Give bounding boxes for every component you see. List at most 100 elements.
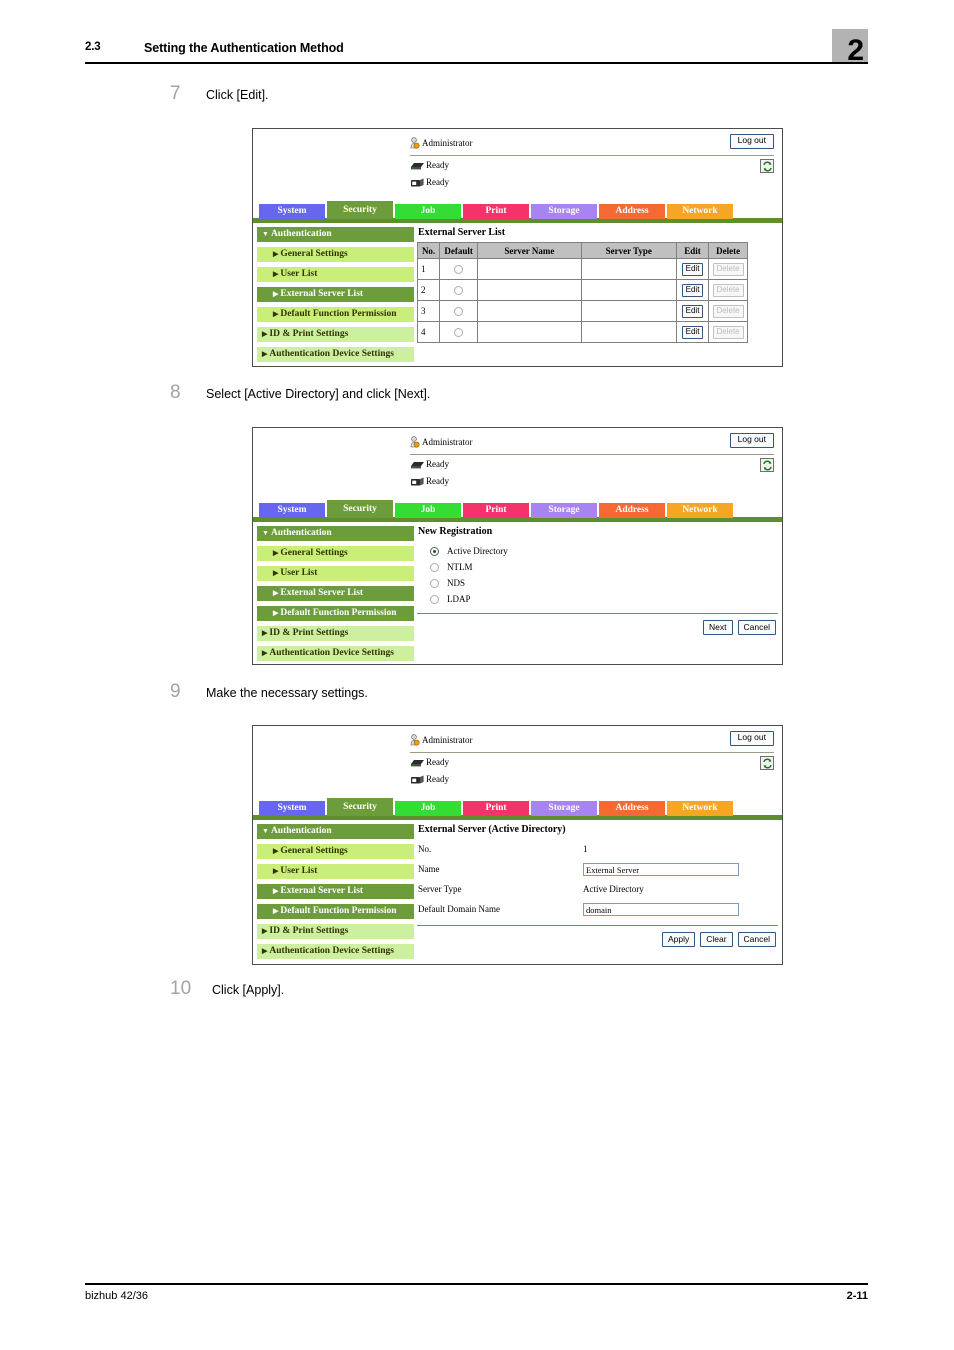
tab-job[interactable]: Job	[395, 204, 461, 219]
sidebar-item-general-settings[interactable]: ▶ General Settings	[257, 546, 414, 561]
screenshot-external-server-ad: Administrator Log out Ready Ready System…	[252, 725, 783, 965]
sidebar-item-default-function-permission[interactable]: ▶ Default Function Permission	[257, 904, 414, 919]
sidebar-item-authentication-device-settings[interactable]: ▶ Authentication Device Settings	[257, 944, 414, 959]
column-header-server-type: Server Type	[580, 242, 677, 259]
cell-server-name	[477, 258, 582, 280]
edit-button[interactable]: Edit	[681, 304, 704, 318]
logout-button[interactable]: Log out	[729, 134, 774, 149]
sidebar-item-authentication-device-settings[interactable]: ▶ Authentication Device Settings	[257, 347, 414, 362]
sidebar-item-general-settings[interactable]: ▶ General Settings	[257, 844, 414, 859]
form-actions[interactable]: Apply Clear Cancel	[416, 932, 776, 948]
field-value: Active Directory	[583, 884, 644, 894]
tab-security[interactable]: Security	[327, 500, 393, 518]
tab-security[interactable]: Security	[327, 201, 393, 219]
default-radio[interactable]	[454, 265, 464, 275]
default-domain-name-input[interactable]: domain	[583, 902, 739, 916]
cell-server-name	[477, 279, 582, 301]
radio-button[interactable]	[430, 546, 439, 556]
default-radio[interactable]	[454, 286, 464, 296]
tab-security[interactable]: Security	[327, 798, 393, 816]
default-radio[interactable]	[454, 328, 464, 338]
tab-address[interactable]: Address	[599, 503, 665, 518]
cell-default[interactable]	[439, 300, 479, 322]
logout-button[interactable]: Log out	[729, 731, 774, 746]
cell-default[interactable]	[439, 279, 479, 301]
tab-storage[interactable]: Storage	[531, 204, 597, 219]
cancel-button[interactable]: Cancel	[737, 620, 776, 636]
sidebar-item-default-function-permission[interactable]: ▶ Default Function Permission	[257, 307, 414, 322]
sidebar-item-id-print-settings[interactable]: ▶ ID & Print Settings	[257, 327, 414, 342]
sidebar-item-default-function-permission[interactable]: ▶ Default Function Permission	[257, 606, 414, 621]
step-text: Click [Apply].	[212, 983, 285, 997]
cell-edit[interactable]: Edit	[675, 258, 710, 280]
cell-edit[interactable]: Edit	[675, 300, 710, 322]
radio-option-active-directory[interactable]: Active Directory	[430, 543, 780, 559]
sidebar[interactable]: ▼ Authentication ▶ General Settings ▶ User …	[257, 824, 414, 964]
tab-system[interactable]: System	[259, 503, 325, 518]
sidebar[interactable]: ▼ Authentication ▶ General Settings ▶ User …	[257, 526, 414, 664]
sidebar-item-external-server-list[interactable]: ▶ External Server List	[257, 287, 414, 302]
radio-button[interactable]	[430, 594, 439, 604]
tab-address[interactable]: Address	[599, 204, 665, 219]
field-label: Name	[418, 864, 440, 874]
logout-button[interactable]: Log out	[729, 433, 774, 448]
radio-option-nds[interactable]: NDS	[430, 575, 780, 591]
sidebar-item-external-server-list[interactable]: ▶ External Server List	[257, 884, 414, 899]
sidebar-item-user-list[interactable]: ▶ User List	[257, 864, 414, 879]
refresh-button[interactable]	[760, 159, 774, 173]
tab-network[interactable]: Network	[667, 503, 733, 518]
radio-option-ntlm[interactable]: NTLM	[430, 559, 780, 575]
edit-button[interactable]: Edit	[681, 325, 704, 339]
sidebar-item-user-list[interactable]: ▶ User List	[257, 267, 414, 282]
tab-job[interactable]: Job	[395, 503, 461, 518]
tab-network[interactable]: Network	[667, 204, 733, 219]
tab-storage[interactable]: Storage	[531, 503, 597, 518]
form-actions[interactable]: Next Cancel	[416, 620, 776, 636]
sidebar[interactable]: ▼ Authentication ▶ General Settings ▶ User …	[257, 227, 414, 366]
edit-button[interactable]: Edit	[681, 283, 704, 297]
sidebar-item-label: User List	[280, 568, 318, 578]
tab-storage[interactable]: Storage	[531, 801, 597, 816]
sidebar-item-id-print-settings[interactable]: ▶ ID & Print Settings	[257, 626, 414, 641]
radio-button[interactable]	[430, 578, 439, 588]
sidebar-item-user-list[interactable]: ▶ User List	[257, 566, 414, 581]
refresh-button[interactable]	[760, 756, 774, 770]
user-label: Administrator	[422, 138, 473, 148]
ui-tab-bar[interactable]: System Security Job Print Storage Addres…	[253, 798, 782, 816]
radio-option-ldap[interactable]: LDAP	[430, 591, 780, 607]
refresh-button[interactable]	[760, 458, 774, 472]
ui-tab-bar[interactable]: System Security Job Print Storage Addres…	[253, 500, 782, 518]
tab-system[interactable]: System	[259, 204, 325, 219]
cell-edit[interactable]: Edit	[675, 321, 710, 343]
sidebar-item-general-settings[interactable]: ▶ General Settings	[257, 247, 414, 262]
sidebar-item-authentication[interactable]: ▼ Authentication	[257, 824, 414, 839]
tab-address[interactable]: Address	[599, 801, 665, 816]
sidebar-item-authentication-device-settings[interactable]: ▶ Authentication Device Settings	[257, 646, 414, 661]
sidebar-item-label: General Settings	[280, 249, 348, 259]
cell-edit[interactable]: Edit	[675, 279, 710, 301]
tab-job[interactable]: Job	[395, 801, 461, 816]
tab-print[interactable]: Print	[463, 204, 529, 219]
tab-print[interactable]: Print	[463, 503, 529, 518]
clear-button[interactable]: Clear	[700, 932, 733, 948]
name-input[interactable]: External Server	[583, 862, 739, 876]
sidebar-item-authentication[interactable]: ▼ Authentication	[257, 227, 414, 242]
ui-tab-bar[interactable]: System Security Job Print Storage Addres…	[253, 201, 782, 219]
edit-button[interactable]: Edit	[681, 262, 704, 276]
cell-default[interactable]	[439, 321, 479, 343]
tab-system[interactable]: System	[259, 801, 325, 816]
tab-print[interactable]: Print	[463, 801, 529, 816]
default-radio[interactable]	[454, 307, 464, 317]
cell-default[interactable]	[439, 258, 479, 280]
radio-button[interactable]	[430, 562, 439, 572]
next-button[interactable]: Next	[703, 620, 733, 636]
sidebar-item-label: Authentication Device Settings	[269, 648, 394, 658]
registration-type-options[interactable]: Active Directory NTLM NDS LDAP	[430, 543, 780, 607]
ui-header: Administrator Log out Ready Ready	[253, 726, 782, 798]
apply-button[interactable]: Apply	[661, 932, 696, 948]
sidebar-item-external-server-list[interactable]: ▶ External Server List	[257, 586, 414, 601]
tab-network[interactable]: Network	[667, 801, 733, 816]
sidebar-item-authentication[interactable]: ▼ Authentication	[257, 526, 414, 541]
sidebar-item-id-print-settings[interactable]: ▶ ID & Print Settings	[257, 924, 414, 939]
cancel-button[interactable]: Cancel	[737, 932, 776, 948]
